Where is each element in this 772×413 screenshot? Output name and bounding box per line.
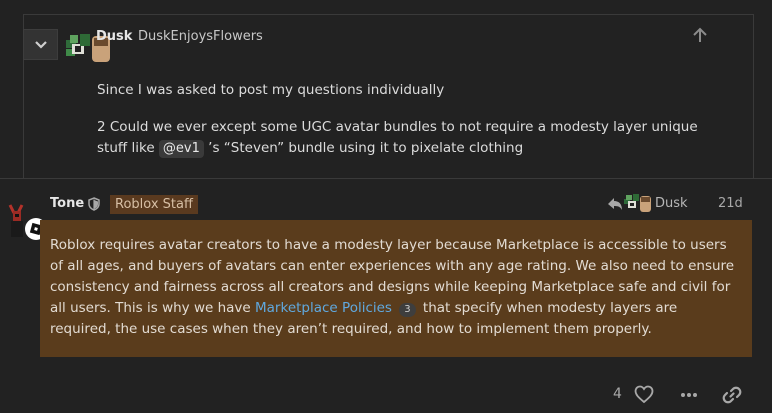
- reply-arrow-icon[interactable]: [606, 196, 624, 212]
- marketplace-policies-link[interactable]: Marketplace Policies: [255, 300, 392, 316]
- like-count[interactable]: 4: [613, 386, 622, 402]
- poster-username[interactable]: Tone: [50, 196, 84, 211]
- reply-to-avatar[interactable]: [624, 193, 652, 213]
- quote-paragraph-1: Since I was asked to post my questions i…: [97, 82, 445, 98]
- user-flair-badge[interactable]: Roblox Staff: [110, 195, 198, 214]
- shield-icon: [88, 197, 100, 211]
- user-mention[interactable]: @ev1: [158, 140, 204, 158]
- post-divider: [0, 178, 772, 179]
- link-icon[interactable]: [722, 385, 742, 405]
- quote-full-name[interactable]: DuskEnjoysFlowers: [138, 29, 263, 44]
- quote-paragraph-2-text-end: ’s “Steven” bundle using it to pixelate …: [203, 140, 524, 156]
- chevron-down-icon: [34, 40, 47, 49]
- reply-to-username[interactable]: Dusk: [655, 196, 688, 211]
- link-click-count-badge: 3: [399, 303, 416, 317]
- quote-username[interactable]: Dusk: [96, 29, 132, 44]
- post-paragraph: Roblox requires avatar creators to have …: [50, 235, 740, 340]
- collapse-quote-button[interactable]: [23, 29, 58, 60]
- post-date[interactable]: 21d: [718, 196, 743, 211]
- staff-post-body: Roblox requires avatar creators to have …: [40, 220, 752, 357]
- heart-icon[interactable]: [634, 385, 654, 404]
- ellipsis-icon[interactable]: [680, 387, 698, 403]
- quote-paragraph-2: 2 Could we ever except some UGC avatar b…: [97, 117, 727, 159]
- arrow-up-icon[interactable]: [690, 26, 710, 46]
